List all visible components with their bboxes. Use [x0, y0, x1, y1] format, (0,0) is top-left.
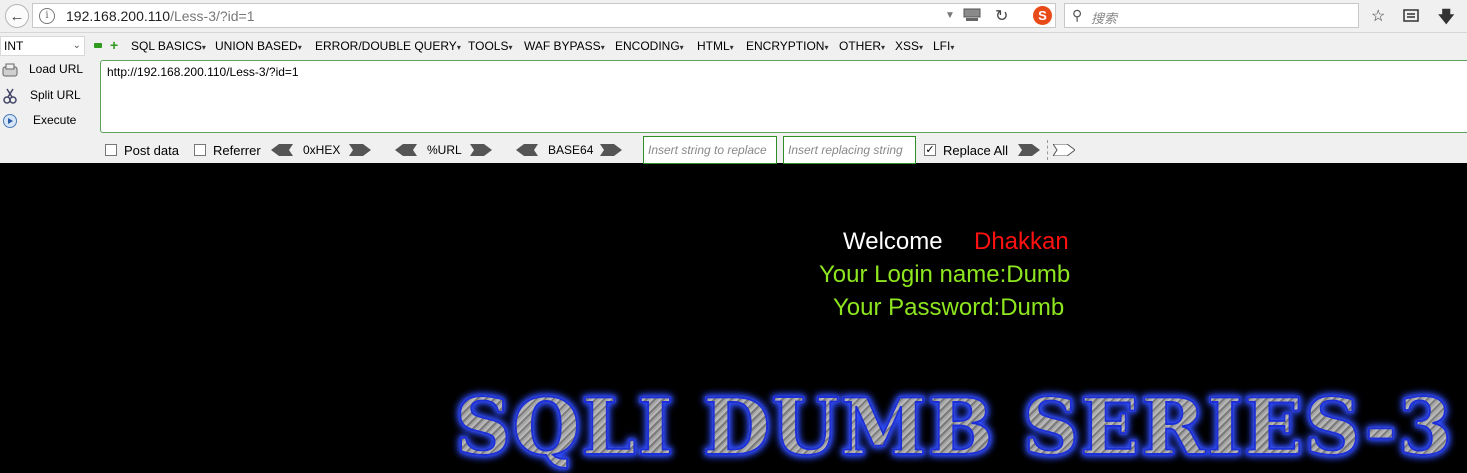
back-arrow-icon[interactable]: ← [5, 4, 29, 28]
base64-encode-arrow-icon[interactable] [600, 144, 622, 156]
menu-caret-icon: ▾ [600, 43, 605, 52]
base64-decode-arrow-icon[interactable] [516, 144, 538, 156]
chevron-down-icon: ⌄ [72, 40, 81, 51]
url-host: 192.168.200.110 [66, 8, 171, 24]
search-icon: ⚲ [1072, 7, 1083, 23]
browser-toolbar: ← i 192.168.200.110/Less-3/?id=1 ▼ ↻ S ⚲… [0, 0, 1467, 33]
menu-caret-icon: ▾ [729, 43, 734, 52]
hex-label: 0xHEX [303, 143, 341, 157]
replace-with-placeholder: Insert replacing string [788, 143, 903, 157]
menu-encryption[interactable]: ENCRYPTION▾ [746, 39, 828, 53]
split-url-button[interactable]: Split URL [0, 88, 95, 106]
base64-label: BASE64 [548, 143, 594, 157]
menu-label: SQL BASICS [131, 39, 202, 53]
network-icon[interactable] [963, 8, 981, 22]
replace-all-label: Replace All [943, 143, 1009, 158]
separator [1047, 140, 1049, 160]
bookmark-star-icon[interactable]: ☆ [1371, 6, 1385, 26]
url-encode-label: %URL [427, 143, 462, 157]
execute-label: Execute [33, 113, 77, 127]
address-url[interactable]: 192.168.200.110/Less-3/?id=1 [66, 7, 255, 25]
type-select-value: INT [4, 39, 24, 53]
menu-sql-basics[interactable]: SQL BASICS▾ [131, 39, 206, 53]
replace-with-input[interactable]: Insert replacing string [783, 136, 916, 164]
hex-encode-arrow-icon[interactable] [349, 144, 371, 156]
menu-label: HTML [697, 39, 730, 53]
menu-caret-icon: ▾ [679, 43, 684, 52]
load-url-icon [2, 63, 18, 77]
username-text: Dhakkan [974, 228, 1069, 255]
replace-arrow-icon[interactable] [1018, 144, 1040, 156]
reload-icon[interactable]: ↻ [995, 6, 1008, 26]
post-data-checkbox[interactable] [105, 144, 117, 156]
login-name-text: Your Login name:Dumb [819, 261, 1071, 288]
extra-arrow-icon[interactable] [1053, 144, 1075, 156]
menu-caret-icon: ▾ [824, 43, 829, 52]
url-encode-arrow-icon[interactable] [470, 144, 492, 156]
menu-caret-icon: ▾ [508, 43, 513, 52]
menu-xss[interactable]: XSS▾ [895, 39, 923, 53]
menu-label: LFI [933, 39, 951, 53]
menu-label: UNION BASED [215, 39, 298, 53]
noscript-icon[interactable]: S [1033, 6, 1052, 25]
download-icon[interactable]: 🡇 [1438, 6, 1454, 33]
menu-caret-icon: ▾ [919, 43, 924, 52]
load-url-button[interactable]: Load URL [0, 62, 95, 80]
referrer-label: Referrer [213, 143, 261, 158]
password-text: Your Password:Dumb [833, 294, 1065, 321]
menu-caret-icon: ▾ [456, 43, 461, 52]
decrease-icon[interactable] [94, 43, 102, 48]
load-url-label: Load URL [29, 62, 84, 76]
menu-label: TOOLS [468, 39, 509, 53]
menu-waf-bypass[interactable]: WAF BYPASS▾ [524, 39, 605, 53]
menu-label: WAF BYPASS [524, 39, 601, 53]
url-decode-arrow-icon[interactable] [395, 144, 417, 156]
menu-caret-icon: ▾ [297, 43, 302, 52]
replace-all-checkbox[interactable]: ✓ [924, 144, 936, 156]
type-select[interactable]: INT ⌄ [0, 36, 85, 56]
url-path: /Less-3/?id=1 [170, 8, 255, 24]
menu-label: OTHER [839, 39, 881, 53]
menu-label: ENCRYPTION [746, 39, 825, 53]
execute-button[interactable]: Execute [0, 113, 95, 131]
address-bar[interactable]: i 192.168.200.110/Less-3/?id=1 ▼ ↻ [32, 3, 1056, 28]
referrer-checkbox[interactable] [194, 144, 206, 156]
menu-caret-icon: ▾ [201, 43, 206, 52]
hackbar-panel: INT ⌄ + SQL BASICS▾ UNION BASED▾ ERROR/D… [0, 33, 1467, 164]
menu-encoding[interactable]: ENCODING▾ [615, 39, 684, 53]
menu-caret-icon: ▾ [881, 43, 886, 52]
menu-tools[interactable]: TOOLS▾ [468, 39, 512, 53]
split-url-label: Split URL [30, 88, 81, 102]
menu-label: XSS [895, 39, 920, 53]
menu-error-double-query[interactable]: ERROR/DOUBLE QUERY▾ [315, 39, 461, 53]
menu-label: ENCODING [615, 39, 680, 53]
menu-union-based[interactable]: UNION BASED▾ [215, 39, 302, 53]
post-data-label: Post data [124, 143, 179, 158]
search-input[interactable]: ⚲ 搜索 [1064, 3, 1359, 28]
increase-icon[interactable]: + [110, 38, 118, 52]
menu-other[interactable]: OTHER▾ [839, 39, 885, 53]
url-textarea[interactable]: http://192.168.200.110/Less-3/?id=1 [100, 60, 1467, 133]
url-textarea-value: http://192.168.200.110/Less-3/?id=1 [107, 65, 299, 79]
menu-label: ERROR/DOUBLE QUERY [315, 39, 457, 53]
reading-list-icon[interactable] [1403, 8, 1419, 22]
replace-search-placeholder: Insert string to replace [648, 143, 767, 157]
series-banner: SQLI DUMB SERIES-3 [454, 382, 1454, 473]
menu-lfi[interactable]: LFI▾ [933, 39, 954, 53]
play-icon [3, 114, 17, 128]
replace-search-input[interactable]: Insert string to replace [643, 136, 777, 164]
welcome-text: Welcome [843, 228, 943, 255]
search-placeholder: 搜索 [1091, 11, 1118, 26]
info-icon[interactable]: i [39, 8, 55, 24]
scissors-icon [3, 88, 17, 104]
menu-caret-icon: ▾ [950, 43, 955, 52]
hex-decode-arrow-icon[interactable] [271, 144, 293, 156]
menu-html[interactable]: HTML▾ [697, 39, 734, 53]
url-history-dropdown-icon[interactable]: ▼ [945, 10, 955, 21]
